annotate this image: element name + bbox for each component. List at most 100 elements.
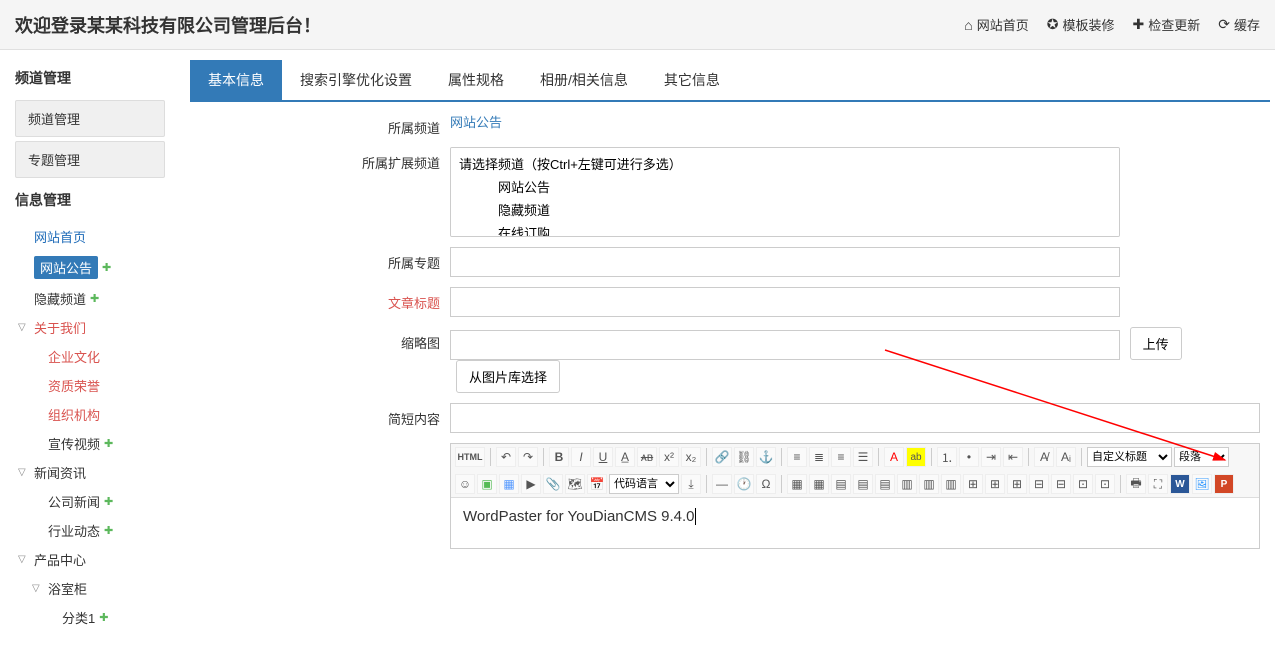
editor-btn-html[interactable]: HTML [455, 447, 485, 467]
add-icon[interactable]: ✚ [104, 524, 113, 537]
sidebar-item[interactable]: 行业动态✚ [18, 516, 180, 545]
editor-btn-time[interactable]: 🕐 [734, 474, 754, 494]
editor-btn-word[interactable]: W [1170, 474, 1190, 494]
editor-btn-col-del[interactable]: ▥ [941, 474, 961, 494]
editor-btn-ul[interactable]: • [959, 447, 979, 467]
editor-btn-outdent[interactable]: ⇤ [1003, 447, 1023, 467]
tab-basic[interactable]: 基本信息 [190, 60, 282, 100]
editor-btn-merge-right[interactable]: ⊞ [985, 474, 1005, 494]
editor-btn-cell-merge[interactable]: ⊡ [1073, 474, 1093, 494]
editor-btn-unlink[interactable]: ⛓ [734, 447, 754, 467]
ext-channel-option[interactable]: 请选择频道（按Ctrl+左键可进行多选） [455, 152, 1115, 175]
sidebar-item[interactable]: 分类1✚ [18, 603, 180, 632]
editor-btn-row-after[interactable]: ▤ [853, 474, 873, 494]
editor-sel-paragraph[interactable]: 段落 [1174, 447, 1229, 467]
editor-btn-merge[interactable]: ⊞ [963, 474, 983, 494]
topbar-link-update[interactable]: ✚检查更新 [1133, 15, 1201, 34]
sidebar-btn-channel-manage[interactable]: 频道管理 [15, 100, 165, 137]
editor-btn-underline[interactable]: U [593, 447, 613, 467]
btn-pick-image[interactable]: 从图片库选择 [456, 360, 560, 393]
input-topic[interactable] [450, 247, 1120, 277]
editor-btn-align-justify[interactable]: ☰ [853, 447, 873, 467]
editor-btn-col-before[interactable]: ▥ [897, 474, 917, 494]
editor-body[interactable]: WordPaster for YouDianCMS 9.4.0 [451, 498, 1259, 548]
editor-btn-sub[interactable]: x₂ [681, 447, 701, 467]
editor-btn-col-after[interactable]: ▥ [919, 474, 939, 494]
editor-btn-split-col[interactable]: ⊟ [1029, 474, 1049, 494]
editor-btn-font[interactable]: A̲ [615, 447, 635, 467]
editor-btn-file[interactable]: 📎 [543, 474, 563, 494]
editor-btn-split-row[interactable]: ⊟ [1051, 474, 1071, 494]
sidebar-item[interactable]: ▽浴室柜 [18, 574, 180, 603]
editor-btn-ppt[interactable]: P [1214, 474, 1234, 494]
editor-sel-custom-title[interactable]: 自定义标题 [1087, 447, 1172, 467]
sidebar-btn-topic-manage[interactable]: 专题管理 [15, 141, 165, 178]
editor-btn-forecolor[interactable]: A [884, 447, 904, 467]
editor-btn-sup[interactable]: x² [659, 447, 679, 467]
sidebar-item[interactable]: 隐藏频道✚ [18, 284, 180, 313]
editor-btn-row-before[interactable]: ▤ [831, 474, 851, 494]
editor-btn-special[interactable]: Ω [756, 474, 776, 494]
editor-btn-pagebreak[interactable]: ⤓ [681, 474, 701, 494]
editor-btn-row-del[interactable]: ▤ [875, 474, 895, 494]
sidebar-item[interactable]: ▽关于我们 [18, 313, 180, 342]
tab-other[interactable]: 其它信息 [646, 60, 738, 100]
input-thumb[interactable] [450, 330, 1120, 360]
editor-btn-ol[interactable]: ⒈ [937, 447, 957, 467]
editor-btn-print[interactable]: 🖶 [1126, 474, 1146, 494]
ext-channel-option[interactable]: 网站公告 [455, 175, 1115, 198]
editor-btn-image[interactable]: ▣ [477, 474, 497, 494]
sidebar-item[interactable]: 企业文化 [18, 342, 180, 371]
value-channel[interactable]: 网站公告 [450, 115, 502, 130]
btn-upload[interactable]: 上传 [1130, 327, 1182, 360]
topbar-link-home[interactable]: ⌂网站首页 [964, 15, 1028, 34]
ext-channel-option[interactable]: 隐藏频道 [455, 198, 1115, 221]
editor-btn-merge-down[interactable]: ⊞ [1007, 474, 1027, 494]
editor-btn-removeformat[interactable]: A̸ [1034, 447, 1054, 467]
editor-btn-indent[interactable]: ⇥ [981, 447, 1001, 467]
sidebar-item[interactable]: ▽产品中心 [18, 545, 180, 574]
ext-channel-option[interactable]: 在线订购 [455, 221, 1115, 237]
sidebar-item[interactable]: 宣传视频✚ [18, 429, 180, 458]
sidebar-item[interactable]: 组织机构 [18, 400, 180, 429]
editor-btn-redo[interactable]: ↷ [518, 447, 538, 467]
editor-btn-multi-image[interactable]: ▦ [499, 474, 519, 494]
editor-btn-anchor[interactable]: ⚓ [756, 447, 776, 467]
sidebar-item[interactable]: 网站公告✚ [18, 251, 180, 284]
sidebar-item[interactable]: 网站首页 [18, 222, 180, 251]
sidebar-item[interactable]: 资质荣誉 [18, 371, 180, 400]
editor-sel-code-lang[interactable]: 代码语言 [609, 474, 679, 494]
sidebar-item[interactable]: ▽新闻资讯 [18, 458, 180, 487]
editor-btn-bold[interactable]: B [549, 447, 569, 467]
editor-btn-map[interactable]: 🗺 [565, 474, 585, 494]
sidebar-item[interactable]: 公司新闻✚ [18, 487, 180, 516]
editor-btn-emoticon[interactable]: ☺ [455, 474, 475, 494]
editor-btn-date[interactable]: 📅 [587, 474, 607, 494]
editor-btn-net-image[interactable]: 🖼 [1192, 474, 1212, 494]
editor-btn-cell-split[interactable]: ⊡ [1095, 474, 1115, 494]
editor-btn-link[interactable]: 🔗 [712, 447, 732, 467]
add-icon[interactable]: ✚ [104, 437, 113, 450]
editor-btn-align-right[interactable]: ≡ [831, 447, 851, 467]
editor-btn-table[interactable]: ▦ [787, 474, 807, 494]
editor-btn-italic[interactable]: I [571, 447, 591, 467]
editor-btn-format[interactable]: Aᵢ [1056, 447, 1076, 467]
editor-btn-undo[interactable]: ↶ [496, 447, 516, 467]
editor-btn-hr[interactable]: — [712, 474, 732, 494]
add-icon[interactable]: ✚ [104, 495, 113, 508]
topbar-link-cache[interactable]: ⟳缓存 [1218, 15, 1260, 34]
topbar-link-template[interactable]: ✪模板装修 [1047, 15, 1115, 34]
add-icon[interactable]: ✚ [102, 261, 111, 274]
editor-btn-strike[interactable]: ᴀʙ [637, 447, 657, 467]
editor-btn-table-del[interactable]: ▦ [809, 474, 829, 494]
editor-btn-preview[interactable]: ⛶ [1148, 474, 1168, 494]
add-icon[interactable]: ✚ [90, 292, 99, 305]
select-ext-channel[interactable]: 请选择频道（按Ctrl+左键可进行多选） 网站公告 隐藏频道 在线订购 关于我们… [450, 147, 1120, 237]
tab-attr[interactable]: 属性规格 [430, 60, 522, 100]
editor-btn-align-center[interactable]: ≣ [809, 447, 829, 467]
tab-album[interactable]: 相册/相关信息 [522, 60, 646, 100]
editor-btn-video[interactable]: ▶ [521, 474, 541, 494]
add-icon[interactable]: ✚ [99, 611, 108, 624]
tab-seo[interactable]: 搜索引擎优化设置 [282, 60, 430, 100]
input-title[interactable] [450, 287, 1120, 317]
